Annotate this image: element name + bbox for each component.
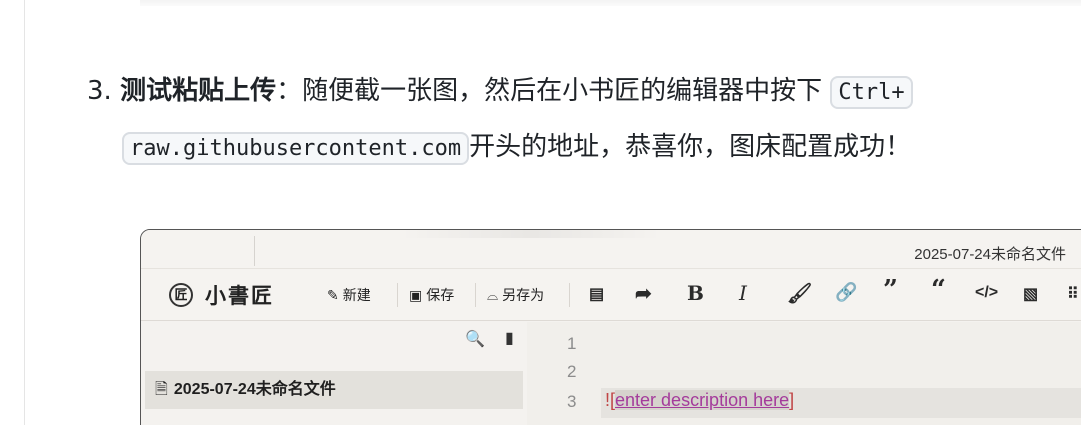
document-title: 2025-07-24未命名文件 xyxy=(914,246,1066,263)
markdown-editor[interactable]: 1 2 3 ![enter description here] xyxy=(527,322,1081,425)
editor-titlebar: 2025-07-24未命名文件 xyxy=(141,230,1081,269)
toc-icon[interactable]: ▤ xyxy=(589,284,604,304)
editor-screenshot: 2025-07-24未命名文件 匠 小書匠 ✎ 新建 ▣ 保存 ⌓ 另存为 ▤ … xyxy=(140,229,1081,425)
share-icon[interactable]: ➦ xyxy=(635,281,652,306)
file-name: 2025-07-24未命名文件 xyxy=(173,381,336,398)
tab-divider xyxy=(254,236,255,266)
md-image-prefix: ![ xyxy=(605,390,616,410)
toolbar-divider xyxy=(569,283,570,307)
file-sidebar: 🔍 ▮ 🗎 2025-07-24未命名文件 xyxy=(141,322,527,425)
save-label: 保存 xyxy=(426,287,455,303)
step-title: 测试粘贴上传 xyxy=(120,76,277,106)
step-3-paragraph-line2: raw.githubusercontent.com 开头的地址，恭喜你，图床配置成… xyxy=(122,122,911,174)
previous-image-bottom-edge xyxy=(140,0,1081,6)
shortcut-code: Ctrl+ xyxy=(830,76,913,109)
md-image-alt: enter description here xyxy=(615,390,790,410)
md-image-suffix: ] xyxy=(789,390,795,410)
step-text-2: 开头的地址，恭喜你，图床配置成功！ xyxy=(469,132,912,162)
file-item-active[interactable]: 🗎 2025-07-24未命名文件 xyxy=(145,371,523,409)
search-icon[interactable]: 🔍 xyxy=(465,329,485,348)
briefcase-icon[interactable]: ▮ xyxy=(505,328,514,347)
markdown-image-line: ![enter description here] xyxy=(605,390,794,411)
more-icon[interactable]: ⠿ xyxy=(1067,284,1079,304)
new-button[interactable]: ✎ 新建 xyxy=(327,285,371,305)
content-left-border xyxy=(24,0,25,425)
step-number: 3. xyxy=(87,76,112,106)
italic-icon[interactable]: I xyxy=(739,281,747,305)
code-icon[interactable]: </> xyxy=(975,284,998,302)
step-colon: ： xyxy=(276,76,303,106)
image-icon[interactable]: ▧ xyxy=(1023,284,1038,304)
line-number: 1 xyxy=(567,334,577,353)
floppy-icon: ▣ xyxy=(409,286,423,303)
save-as-button[interactable]: ⌓ 另存为 xyxy=(487,285,544,305)
app-brand: 小書匠 xyxy=(205,283,274,308)
quote-right-icon[interactable]: ” xyxy=(883,275,898,305)
edit-icon: ✎ xyxy=(327,286,339,303)
tab-shadow xyxy=(401,230,661,238)
link-icon[interactable]: 🔗 xyxy=(835,282,857,303)
line-number: 2 xyxy=(567,362,577,381)
save-button[interactable]: ▣ 保存 xyxy=(409,285,454,305)
domain-code: raw.githubusercontent.com xyxy=(122,132,470,165)
editor-toolbar: 匠 小書匠 ✎ 新建 ▣ 保存 ⌓ 另存为 ▤ ➦ B I 🖌 🔗 ” “ </… xyxy=(141,269,1081,321)
toolbar-divider xyxy=(397,283,398,307)
app-logo-icon: 匠 xyxy=(169,283,193,307)
new-label: 新建 xyxy=(342,287,371,303)
bold-icon[interactable]: B xyxy=(687,281,704,305)
saveas-label: 另存为 xyxy=(502,287,545,303)
quote-left-icon[interactable]: “ xyxy=(931,275,946,305)
drive-icon: ⌓ xyxy=(487,286,499,303)
line-number: 3 xyxy=(567,392,577,411)
step-text: 随便截一张图，然后在小书匠的编辑器中按下 xyxy=(302,76,823,106)
brush-icon[interactable]: 🖌 xyxy=(787,281,812,306)
file-icon: 🗎 xyxy=(155,381,168,398)
step-3-paragraph: 3. 测试粘贴上传：随便截一张图，然后在小书匠的编辑器中按下 Ctrl+ xyxy=(87,66,1081,118)
toolbar-divider xyxy=(475,283,476,307)
